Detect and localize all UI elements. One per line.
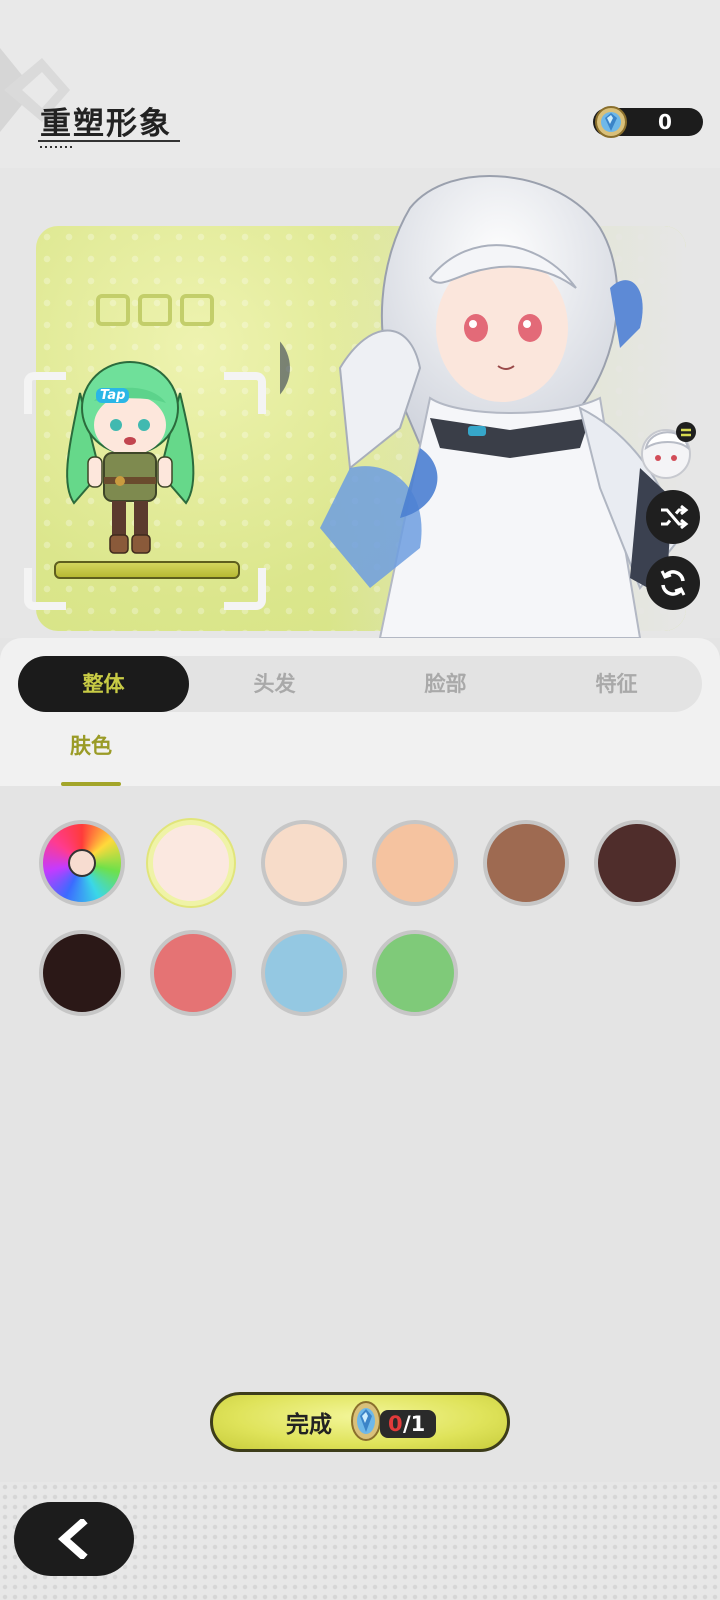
skin-swatch[interactable] [39,930,125,1016]
tab-hair[interactable]: 头发 [189,656,360,712]
page-title: 重塑形象 [40,106,172,142]
cost-total: /1 [403,1412,426,1436]
emote-decor-icon [96,294,214,326]
cost-used: 0 [388,1412,403,1436]
skin-swatch[interactable] [372,820,458,906]
category-panel: 整体 头发 脸部 特征 肤色 [0,638,720,786]
stage-platform [54,561,240,579]
switch-character-avatar-icon[interactable] [636,418,700,482]
done-button-label: 完成 [286,1412,332,1438]
tab-overall[interactable]: 整体 [18,656,189,712]
subtab-skin-color[interactable]: 肤色 [60,730,122,760]
skin-swatch[interactable] [372,930,458,1016]
refresh-button[interactable] [646,556,700,610]
blue-gem-icon [595,106,627,138]
skin-swatch[interactable] [150,930,236,1016]
currency-value: 0 [658,110,672,134]
skin-swatch[interactable] [261,820,347,906]
tab-features[interactable]: 特征 [531,656,702,712]
shuffle-button[interactable] [646,490,700,544]
skin-swatch[interactable] [148,820,234,906]
frame-corner [224,372,266,414]
tab-face[interactable]: 脸部 [360,656,531,712]
title-underline [38,140,180,142]
chibi-character[interactable] [60,353,200,578]
shuffle-icon [661,504,689,530]
tap-hint-label: Tap [96,388,130,403]
custom-color-wheel-button[interactable] [39,820,125,906]
category-tabs: 整体 头发 脸部 特征 [18,656,702,712]
character-preview: Tap [0,168,720,638]
title-dots [40,146,72,148]
refresh-icon [660,570,686,596]
back-arrow-icon [57,1519,88,1559]
skin-swatch[interactable] [261,930,347,1016]
subtab-underline [61,782,121,786]
back-button[interactable] [14,1502,134,1576]
skin-swatch[interactable] [594,820,680,906]
skin-swatch[interactable] [483,820,569,906]
blue-gem-icon [351,1401,381,1441]
